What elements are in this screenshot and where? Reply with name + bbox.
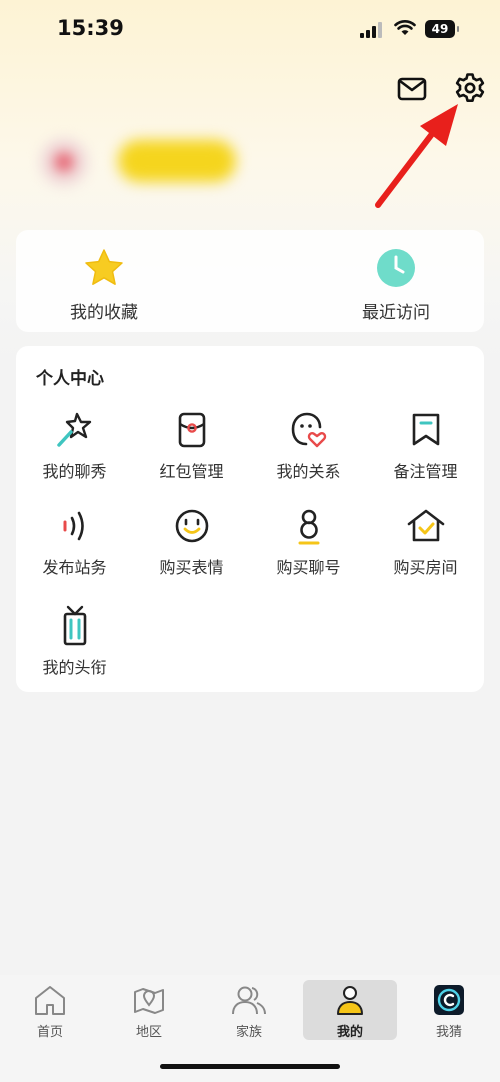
bookmark-icon [412,413,439,446]
relationship-icon [291,412,326,448]
tab-region[interactable]: 地区 [102,980,196,1040]
smiley-icon [175,509,208,543]
grid-item-label: 红包管理 [159,462,224,481]
tab-family[interactable]: 家族 [202,980,296,1040]
battery-indicator: 49 [425,20,459,38]
avatar[interactable] [40,138,88,186]
publish-notice-button[interactable]: 发布站务 [16,504,133,578]
mail-icon [397,77,427,101]
tab-label: 我的 [336,1025,363,1040]
map-icon [134,988,164,1014]
star-icon [85,249,123,285]
grid-item-label: 我的头衔 [42,658,107,677]
tab-home[interactable]: 首页 [3,980,97,1040]
family-icon [232,986,266,1015]
clock-icon [377,249,415,287]
grid-item-label: 购买表情 [159,558,224,577]
grid-item-label: 备注管理 [393,462,458,481]
broadcast-icon [63,511,84,541]
tab-label: 家族 [235,1025,262,1040]
red-envelope-management-button[interactable]: 红包管理 [133,408,250,482]
wifi-icon [394,20,416,35]
tab-mine[interactable]: 我的 [303,980,397,1040]
house-icon [407,509,444,542]
quick-access-card: 我的收藏 最近访问 [16,230,484,332]
section-title: 个人中心 [36,369,104,389]
status-bar: 15:39 49 [0,0,500,60]
buy-chat-number-button[interactable]: 购买聊号 [250,504,367,578]
status-time: 15:39 [57,16,124,40]
guess-app-icon [434,985,464,1015]
tab-label: 地区 [135,1025,162,1040]
home-indicator [160,1064,340,1069]
grid-item-label: 发布站务 [42,558,107,577]
my-chat-show-button[interactable]: 我的聊秀 [16,408,133,482]
red-arrow-annotation [375,104,458,208]
grid-item-label: 我的关系 [276,462,341,481]
buy-emoji-button[interactable]: 购买表情 [133,504,250,578]
personal-center-card: 个人中心 我的聊秀 红包管理 我的关系 备注管理 发布站务 购买表情 购买聊号 … [16,346,484,692]
tv-icon [63,605,86,646]
my-relationships-button[interactable]: 我的关系 [250,408,367,482]
my-titles-button[interactable]: 我的头衔 [16,604,133,678]
note-management-button[interactable]: 备注管理 [367,408,484,482]
favorites-button[interactable]: 我的收藏 [44,246,164,323]
grid-item-label: 购买聊号 [276,558,341,577]
tab-guess[interactable]: 我猜 [402,980,496,1040]
number-eight-icon [298,509,319,545]
magic-wand-icon [56,412,91,447]
tab-label: 我猜 [435,1025,462,1040]
recent-visits-label: 最近访问 [362,303,430,323]
profile-icon [337,986,363,1015]
favorites-label: 我的收藏 [70,303,138,323]
red-envelope-icon [178,412,205,448]
grid-item-label: 我的聊秀 [42,462,107,481]
recent-visits-button[interactable]: 最近访问 [336,246,456,323]
cellular-signal-icon [360,22,382,38]
tab-label: 首页 [36,1025,63,1040]
buy-room-button[interactable]: 购买房间 [367,504,484,578]
home-icon [35,986,65,1015]
grid-item-label: 购买房间 [393,558,458,577]
username-badge[interactable] [118,140,236,182]
